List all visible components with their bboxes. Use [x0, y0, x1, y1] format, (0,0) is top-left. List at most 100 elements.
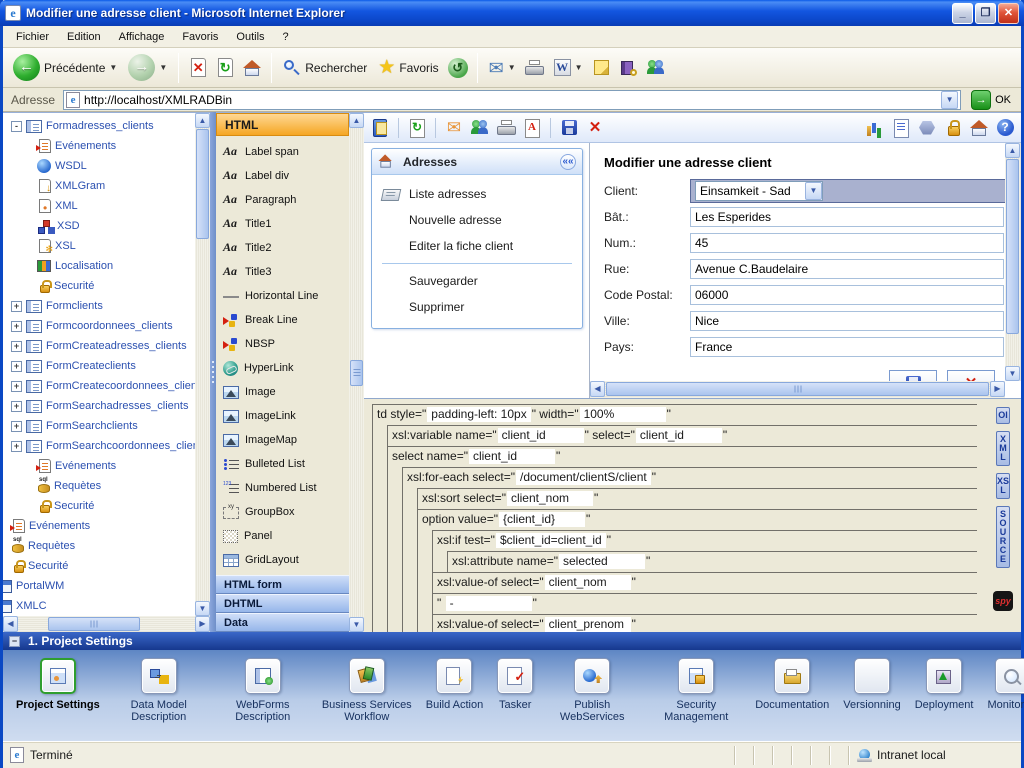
- project-band-header[interactable]: − 1. Project Settings: [3, 632, 1021, 650]
- tree-hscroll-thumb[interactable]: [48, 617, 140, 631]
- history-button[interactable]: ↺: [446, 56, 470, 80]
- project-step-tile[interactable]: [245, 658, 281, 694]
- paste-icon[interactable]: [370, 118, 390, 138]
- tree-expander[interactable]: +: [11, 361, 22, 372]
- security-icon[interactable]: [943, 118, 963, 138]
- code-field-input[interactable]: client_id: [469, 449, 555, 464]
- scroll-up-icon[interactable]: ▲: [1005, 143, 1020, 158]
- tree-expander[interactable]: +: [11, 301, 22, 312]
- tree-toolbox-splitter[interactable]: [210, 112, 216, 632]
- tree-item[interactable]: + Formcoordonnees_clients: [3, 316, 195, 336]
- tree-item[interactable]: PortalWM: [3, 576, 195, 596]
- code-field-input[interactable]: 100%: [580, 407, 666, 422]
- tree-item[interactable]: Evénements: [3, 516, 195, 536]
- tree-item[interactable]: WSDL: [3, 156, 195, 176]
- code-node[interactable]: select name="client_id"xsl:for-each sele…: [387, 446, 977, 632]
- mail-dropdown-icon[interactable]: ▼: [508, 63, 516, 72]
- help-icon[interactable]: [995, 118, 1015, 138]
- code-field-input[interactable]: client_prenom: [545, 617, 631, 632]
- toolbox-category[interactable]: HTML form: [216, 575, 349, 594]
- toolbox-item[interactable]: Panel: [216, 524, 349, 548]
- tree-expander[interactable]: +: [11, 341, 22, 352]
- code-view-tab[interactable]: OI: [996, 407, 1010, 424]
- toolbox-item[interactable]: GridLayout: [216, 548, 349, 572]
- favorites-button[interactable]: ★ Favoris: [374, 56, 442, 79]
- spy-tool-icon[interactable]: spy: [993, 591, 1013, 611]
- palette-item[interactable]: Editer la fiche client: [372, 233, 582, 259]
- tree-item[interactable]: XSD: [3, 216, 195, 236]
- tree-item[interactable]: Localisation: [3, 256, 195, 276]
- scroll-right-icon[interactable]: ▶: [990, 381, 1005, 397]
- project-step[interactable]: Versionning: [836, 658, 908, 711]
- toolbox-item[interactable]: Title2: [216, 236, 349, 260]
- project-step[interactable]: Build Action: [419, 658, 490, 711]
- project-step-tile[interactable]: [926, 658, 962, 694]
- tree-item[interactable]: + FormCreateadresses_clients: [3, 336, 195, 356]
- print-document-icon[interactable]: [496, 118, 516, 138]
- toolbox-category-html[interactable]: HTML: [216, 113, 349, 136]
- code-line[interactable]: select name="client_id": [388, 447, 977, 467]
- restore-button[interactable]: ❐: [975, 3, 996, 24]
- form-hscroll-thumb[interactable]: [606, 382, 989, 396]
- code-field-input[interactable]: client_nom: [545, 575, 631, 590]
- back-button[interactable]: ← Précédente ▼: [9, 52, 121, 83]
- code-node[interactable]: td style="padding-left: 10px" width="100…: [372, 404, 977, 632]
- form-vertical-scrollbar[interactable]: ▲ ▼: [1005, 143, 1021, 381]
- palette-item[interactable]: Sauvegarder: [372, 268, 582, 294]
- code-view-tab[interactable]: XML: [996, 431, 1010, 466]
- refresh-document-icon[interactable]: [407, 118, 427, 138]
- project-step[interactable]: Project Settings: [9, 658, 107, 711]
- code-field-input[interactable]: selected: [559, 554, 645, 569]
- notes-button[interactable]: [590, 56, 614, 80]
- tree-item[interactable]: Evénements: [3, 456, 195, 476]
- forward-dropdown-icon[interactable]: ▼: [159, 63, 167, 72]
- field-input[interactable]: [690, 311, 1004, 331]
- toolbox-item[interactable]: Horizontal Line: [216, 284, 349, 308]
- palette-item[interactable]: Supprimer: [372, 294, 582, 320]
- tree-expander[interactable]: +: [11, 381, 22, 392]
- code-view-tab[interactable]: XSL: [996, 473, 1010, 499]
- tree-item[interactable]: + FormSearchclients: [3, 416, 195, 436]
- collapse-chevron-icon[interactable]: ««: [560, 154, 576, 170]
- code-line[interactable]: xsl:variable name="client_id" select="cl…: [388, 426, 977, 446]
- client-select[interactable]: Einsamkeit - Sad ▼: [695, 181, 823, 201]
- code-node[interactable]: xsl:variable name="client_id" select="cl…: [387, 425, 977, 447]
- tree-item[interactable]: + FormCreateclients: [3, 356, 195, 376]
- code-field-input[interactable]: client_id: [498, 428, 584, 443]
- tree-expander[interactable]: -: [11, 121, 22, 132]
- tree-item[interactable]: XML: [3, 196, 195, 216]
- project-step-tile[interactable]: [774, 658, 810, 694]
- collapse-minus-icon[interactable]: −: [9, 636, 20, 647]
- scroll-down-icon[interactable]: ▼: [349, 617, 364, 632]
- code-node[interactable]: xsl:sort select="client_nom": [417, 488, 977, 510]
- scroll-left-icon[interactable]: ◀: [3, 616, 18, 632]
- tree-scroll-thumb[interactable]: [196, 129, 209, 239]
- project-step-tile[interactable]: [854, 658, 890, 694]
- menu-item[interactable]: ?: [274, 28, 298, 46]
- tree-item[interactable]: + Formclients: [3, 296, 195, 316]
- tree-expander[interactable]: +: [11, 321, 22, 332]
- code-node[interactable]: xsl:attribute name="selected": [447, 551, 977, 573]
- client-select-band[interactable]: Einsamkeit - Sad ▼: [690, 179, 1010, 203]
- palette-item[interactable]: Liste adresses: [372, 181, 582, 207]
- project-step[interactable]: Business Services Workflow: [315, 658, 419, 723]
- tree-item[interactable]: - Formadresses_clients: [3, 116, 195, 136]
- refresh-button[interactable]: ↻: [213, 56, 237, 80]
- messenger-button[interactable]: [644, 56, 668, 80]
- statistics-icon[interactable]: [865, 118, 885, 138]
- project-step[interactable]: WebForms Description: [211, 658, 315, 723]
- project-step[interactable]: Deployment: [908, 658, 981, 711]
- tree-item[interactable]: + FormSearchadresses_clients: [3, 396, 195, 416]
- close-button[interactable]: ✕: [998, 3, 1019, 24]
- menu-item[interactable]: Affichage: [110, 28, 174, 46]
- toolbox-item[interactable]: ImageMap: [216, 428, 349, 452]
- project-step-tile[interactable]: [436, 658, 472, 694]
- tree-item[interactable]: Securité: [3, 276, 195, 296]
- print-button[interactable]: [523, 56, 547, 80]
- code-node[interactable]: xsl:value-of select="client_prenom": [432, 614, 977, 632]
- word-dropdown-icon[interactable]: ▼: [575, 63, 583, 72]
- scroll-down-icon[interactable]: ▼: [1005, 366, 1020, 381]
- code-field-input[interactable]: $client_id=client_id: [496, 533, 606, 548]
- toolbox-item[interactable]: ImageLink: [216, 404, 349, 428]
- home-button[interactable]: [240, 56, 264, 80]
